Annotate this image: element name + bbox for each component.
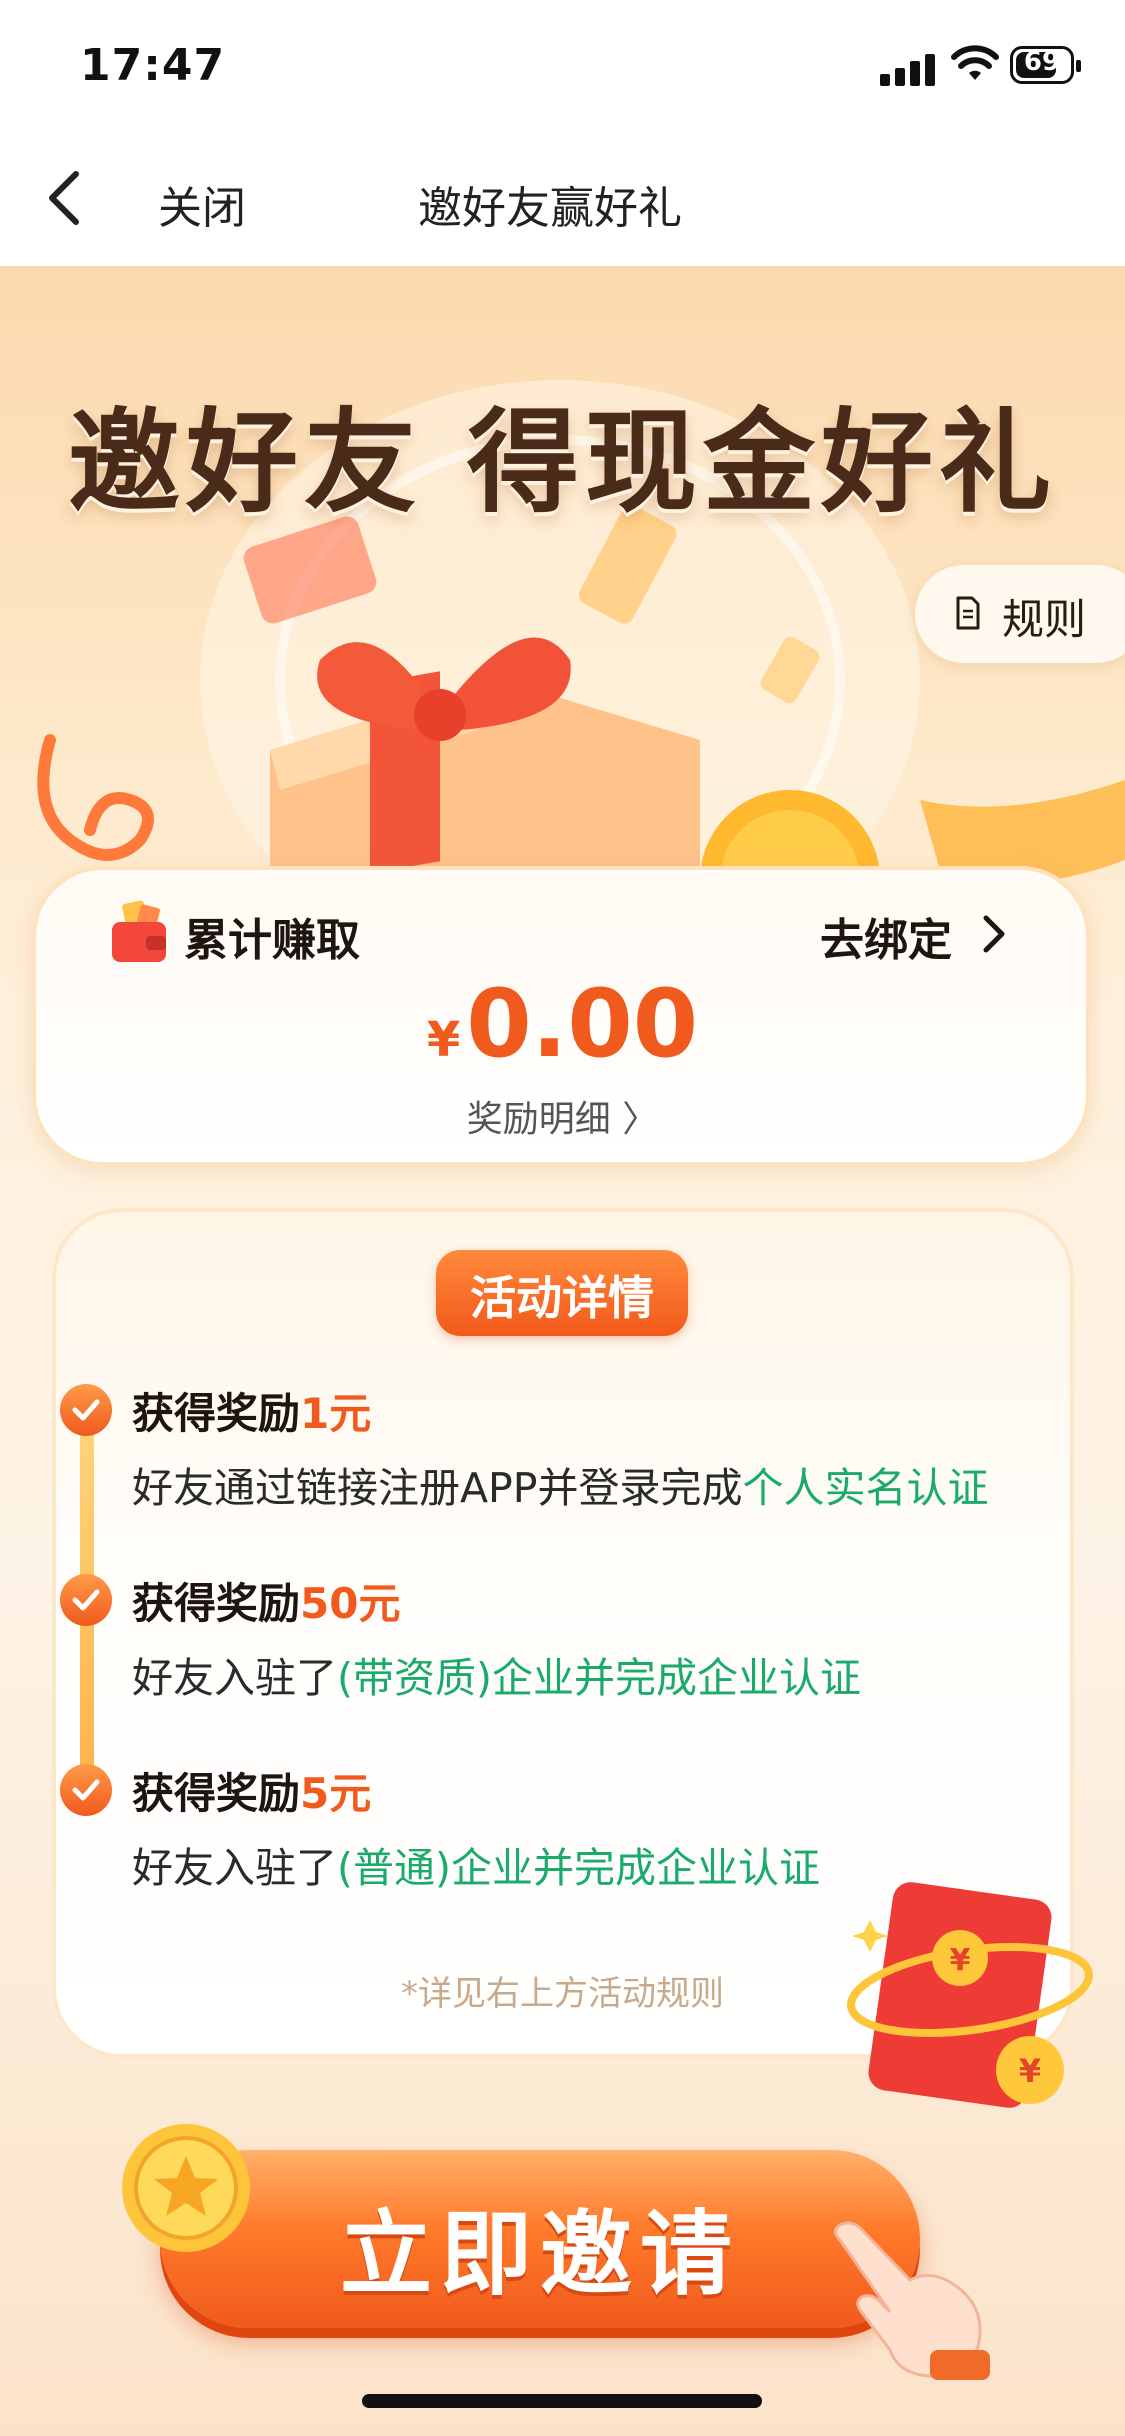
hero-title: 邀好友 得现金好礼: [68, 398, 1057, 528]
reward-description: 好友入驻了(带资质)企业并完成企业认证: [132, 1654, 861, 1702]
home-indicator: [362, 2394, 762, 2408]
svg-text:¥: ¥: [950, 1943, 971, 1978]
earnings-label: 累计赚取: [184, 915, 360, 966]
bind-button[interactable]: 去绑定: [820, 904, 952, 968]
chevron-right-icon[interactable]: [980, 912, 1008, 956]
cellular-signal-icon: [880, 52, 936, 86]
check-icon: [60, 1574, 112, 1626]
battery-level: 69: [1023, 47, 1061, 77]
invite-button-label[interactable]: 立即邀请: [160, 2180, 920, 2313]
gift-box-illustration: [270, 637, 880, 900]
rules-label[interactable]: 规则: [1002, 586, 1086, 647]
coil-decoration: [37, 734, 154, 861]
amount-value: 0.00: [466, 970, 699, 1079]
check-icon: [60, 1384, 112, 1436]
star-coin-icon: [122, 2124, 250, 2252]
status-time: 17:47: [80, 40, 226, 91]
activity-badge-label: 活动详情: [470, 1271, 654, 1325]
red-envelope-icon: ¥ ¥: [847, 1882, 1093, 2108]
battery-icon: 69: [1010, 46, 1081, 84]
page-title: 邀好友赢好礼: [418, 183, 682, 234]
close-button[interactable]: 关闭: [158, 172, 246, 236]
reward-description: 好友通过链接注册APP并登录完成个人实名认证: [132, 1464, 989, 1512]
wallet-icon: [112, 900, 166, 962]
reward-title: 获得奖励5元: [132, 1769, 372, 1818]
reward-description: 好友入驻了(普通)企业并完成企业认证: [132, 1844, 820, 1892]
back-chevron-icon[interactable]: [44, 168, 84, 228]
reward-title: 获得奖励50元: [132, 1579, 401, 1628]
check-icon: [60, 1764, 112, 1816]
wifi-icon: [951, 45, 999, 80]
reward-detail-link[interactable]: 奖励明细 〉: [0, 1090, 1125, 1142]
svg-text:¥: ¥: [1019, 2052, 1041, 2090]
earnings-amount: ¥0.00: [0, 970, 1125, 1079]
hand-pointer-icon: [834, 2221, 990, 2380]
reward-title: 获得奖励1元: [132, 1389, 372, 1438]
currency-symbol: ¥: [426, 1012, 461, 1068]
